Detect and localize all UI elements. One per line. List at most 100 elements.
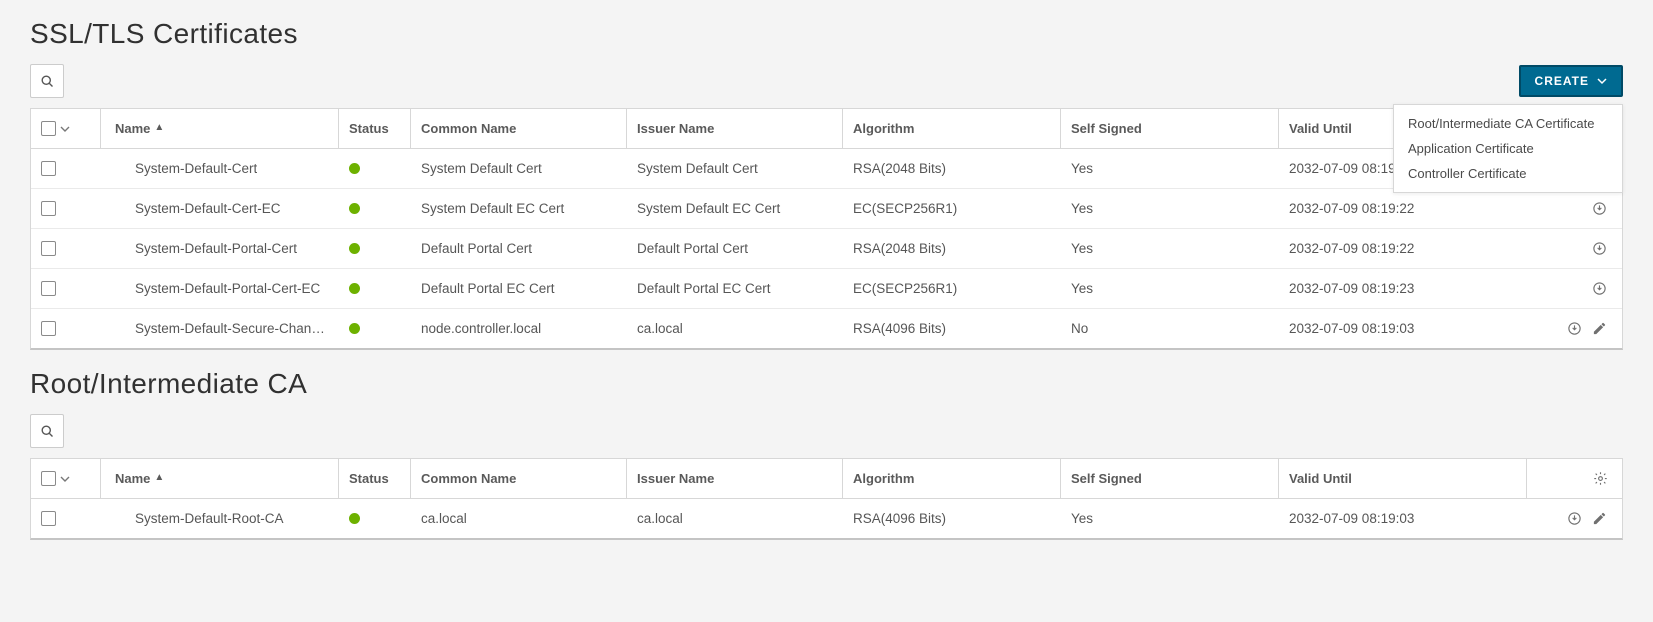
- row-checkbox[interactable]: [41, 201, 56, 216]
- row-actions: [1527, 269, 1622, 308]
- col-algo[interactable]: Algorithm: [843, 109, 1061, 148]
- col-valid[interactable]: Valid Until: [1279, 459, 1527, 498]
- row-checkbox[interactable]: [41, 281, 56, 296]
- cell-issuer: Default Portal EC Cert: [627, 269, 843, 308]
- cert-name[interactable]: System-Default-Cert: [135, 161, 257, 176]
- ssl-grid-header: Name▲ Status Common Name Issuer Name Alg…: [31, 109, 1622, 149]
- chevron-down-icon[interactable]: [60, 474, 70, 484]
- col-name[interactable]: Name▲: [101, 109, 339, 148]
- cert-name[interactable]: System-Default-Portal-Cert: [135, 241, 297, 256]
- row-checkbox[interactable]: [41, 161, 56, 176]
- cell-algo: EC(SECP256R1): [843, 269, 1061, 308]
- cell-issuer: System Default EC Cert: [627, 189, 843, 228]
- cell-common: node.controller.local: [411, 309, 627, 348]
- select-all-checkbox[interactable]: [41, 471, 56, 486]
- col-algo[interactable]: Algorithm: [843, 459, 1061, 498]
- ca-search-button[interactable]: [30, 414, 64, 448]
- col-issuer[interactable]: Issuer Name: [627, 109, 843, 148]
- cert-name[interactable]: System-Default-Secure-Channel: [135, 321, 328, 336]
- cell-self: Yes: [1061, 149, 1279, 188]
- cell-issuer: System Default Cert: [627, 149, 843, 188]
- download-icon[interactable]: [1592, 201, 1607, 216]
- cert-name[interactable]: System-Default-Root-CA: [135, 511, 284, 526]
- download-icon[interactable]: [1567, 511, 1582, 526]
- col-common[interactable]: Common Name: [411, 109, 627, 148]
- row-actions: [1527, 189, 1622, 228]
- ssl-toolbar: CREATE Root/Intermediate CA Certificate …: [30, 64, 1623, 98]
- cell-common: ca.local: [411, 499, 627, 538]
- table-row: System-Default-Root-CAca.localca.localRS…: [31, 499, 1622, 538]
- ssl-section-title: SSL/TLS Certificates: [30, 18, 1623, 50]
- row-checkbox[interactable]: [41, 241, 56, 256]
- create-button-label: CREATE: [1535, 74, 1589, 88]
- cert-name[interactable]: System-Default-Cert-EC: [135, 201, 281, 216]
- cell-algo: RSA(4096 Bits): [843, 499, 1061, 538]
- row-actions: [1527, 309, 1622, 348]
- status-dot: [349, 513, 360, 524]
- cell-common: Default Portal EC Cert: [411, 269, 627, 308]
- chevron-down-icon: [1597, 76, 1607, 86]
- table-row: System-Default-Cert System Default CertSy…: [31, 149, 1622, 189]
- cell-algo: RSA(2048 Bits): [843, 229, 1061, 268]
- cell-common: Default Portal Cert: [411, 229, 627, 268]
- edit-icon[interactable]: [1592, 321, 1607, 336]
- search-icon: [40, 424, 55, 439]
- search-icon: [40, 74, 55, 89]
- ca-section-title: Root/Intermediate CA: [30, 368, 1623, 400]
- cell-issuer: ca.local: [627, 499, 843, 538]
- cell-self: Yes: [1061, 269, 1279, 308]
- cell-valid: 2032-07-09 08:19:22: [1279, 229, 1527, 268]
- edit-icon[interactable]: [1592, 511, 1607, 526]
- cell-common: System Default EC Cert: [411, 189, 627, 228]
- col-self[interactable]: Self Signed: [1061, 459, 1279, 498]
- download-icon[interactable]: [1567, 321, 1582, 336]
- row-actions: [1527, 499, 1622, 538]
- create-dropdown: Root/Intermediate CA Certificate Applica…: [1393, 104, 1623, 193]
- cell-algo: RSA(4096 Bits): [843, 309, 1061, 348]
- table-row: System-Default-Cert-EC System Default EC …: [31, 189, 1622, 229]
- cell-self: Yes: [1061, 229, 1279, 268]
- ssl-grid: Name▲ Status Common Name Issuer Name Alg…: [30, 108, 1623, 350]
- row-actions: [1527, 229, 1622, 268]
- cell-self: Yes: [1061, 499, 1279, 538]
- create-menu-application[interactable]: Application Certificate: [1394, 136, 1622, 161]
- col-issuer[interactable]: Issuer Name: [627, 459, 843, 498]
- col-status[interactable]: Status: [339, 109, 411, 148]
- sort-asc-icon: ▲: [154, 472, 164, 483]
- create-menu-controller[interactable]: Controller Certificate: [1394, 161, 1622, 186]
- status-dot: [349, 323, 360, 334]
- download-icon[interactable]: [1592, 241, 1607, 256]
- cell-issuer: Default Portal Cert: [627, 229, 843, 268]
- create-menu-root-ca[interactable]: Root/Intermediate CA Certificate: [1394, 111, 1622, 136]
- cell-issuer: ca.local: [627, 309, 843, 348]
- cell-algo: EC(SECP256R1): [843, 189, 1061, 228]
- table-row: System-Default-Portal-Cert-EC Default Por…: [31, 269, 1622, 309]
- cell-valid: 2032-07-09 08:19:03: [1279, 499, 1527, 538]
- col-status[interactable]: Status: [339, 459, 411, 498]
- status-dot: [349, 163, 360, 174]
- table-row: System-Default-Portal-Cert Default Portal…: [31, 229, 1622, 269]
- cell-valid: 2032-07-09 08:19:03: [1279, 309, 1527, 348]
- ca-grid: Name▲ Status Common Name Issuer Name Alg…: [30, 458, 1623, 540]
- col-common[interactable]: Common Name: [411, 459, 627, 498]
- cell-algo: RSA(2048 Bits): [843, 149, 1061, 188]
- ca-grid-header: Name▲ Status Common Name Issuer Name Alg…: [31, 459, 1622, 499]
- col-name[interactable]: Name▲: [101, 459, 339, 498]
- status-dot: [349, 243, 360, 254]
- status-dot: [349, 203, 360, 214]
- col-self[interactable]: Self Signed: [1061, 109, 1279, 148]
- ca-toolbar: [30, 414, 1623, 448]
- create-button[interactable]: CREATE: [1519, 65, 1623, 97]
- row-checkbox[interactable]: [41, 511, 56, 526]
- cert-name[interactable]: System-Default-Portal-Cert-EC: [135, 281, 320, 296]
- status-dot: [349, 283, 360, 294]
- select-all-checkbox[interactable]: [41, 121, 56, 136]
- cell-self: Yes: [1061, 189, 1279, 228]
- cell-common: System Default Cert: [411, 149, 627, 188]
- row-checkbox[interactable]: [41, 321, 56, 336]
- download-icon[interactable]: [1592, 281, 1607, 296]
- gear-icon[interactable]: [1593, 471, 1608, 486]
- chevron-down-icon[interactable]: [60, 124, 70, 134]
- cell-valid: 2032-07-09 08:19:22: [1279, 189, 1527, 228]
- ssl-search-button[interactable]: [30, 64, 64, 98]
